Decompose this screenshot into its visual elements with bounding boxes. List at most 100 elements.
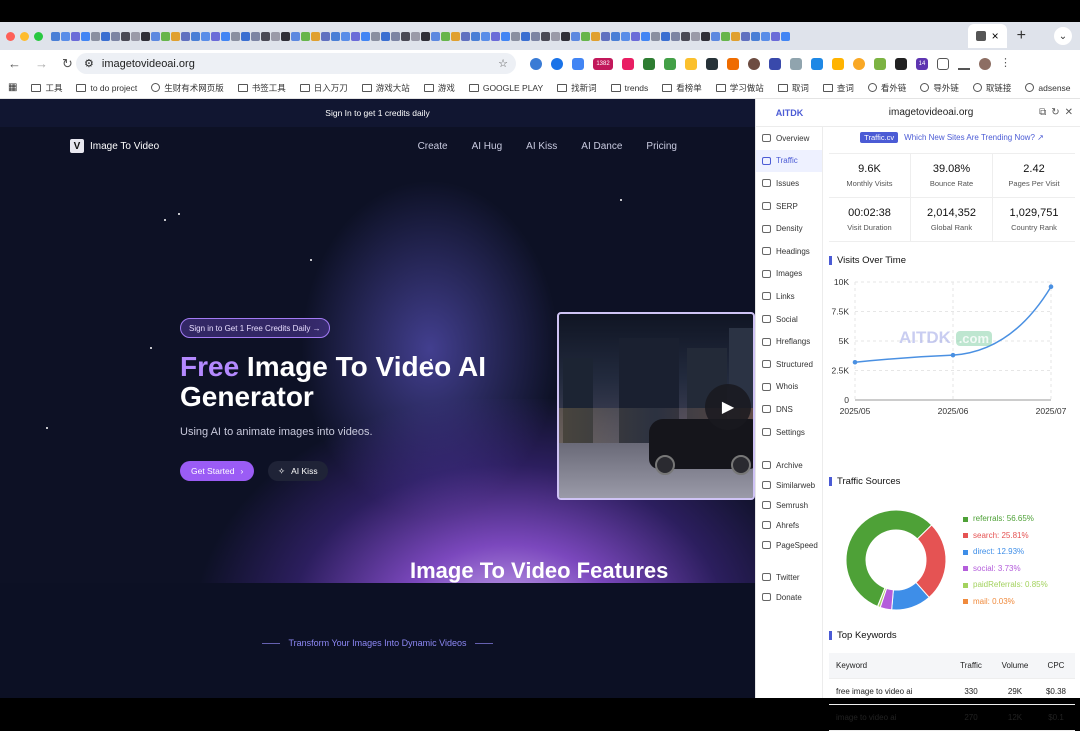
pinned-tab-favicon-icon[interactable] <box>231 31 240 41</box>
pinned-tab-favicon-icon[interactable] <box>221 31 230 41</box>
pinned-tab-favicon-icon[interactable] <box>141 31 150 41</box>
sidebar-item-social[interactable]: Social <box>756 308 822 331</box>
pinned-tab-favicon-icon[interactable] <box>331 31 340 41</box>
pinned-tab-favicon-icon[interactable] <box>161 31 170 41</box>
bookmark-item[interactable]: 导外链 <box>920 82 959 94</box>
tab-search-chevron-icon[interactable]: ⌄ <box>1054 27 1072 45</box>
pinned-tab-favicon-icon[interactable] <box>541 31 550 41</box>
pinned-tab-favicon-icon[interactable] <box>71 31 80 41</box>
cloud-extension-icon[interactable] <box>530 57 542 70</box>
puzzle-extension-icon[interactable] <box>572 57 584 70</box>
close-window-button[interactable] <box>6 31 15 41</box>
nav-ai-kiss[interactable]: AI Kiss <box>526 141 557 152</box>
sidebar-item-donate[interactable]: Donate <box>756 587 822 607</box>
bookmark-item[interactable]: 取链接 <box>972 82 1011 94</box>
bookmark-item[interactable]: 书签工具 <box>237 82 286 94</box>
profile-avatar[interactable] <box>979 57 991 70</box>
pinned-tabs[interactable] <box>51 31 968 41</box>
signin-banner[interactable]: Sign In to get 1 credits daily <box>0 99 755 127</box>
pinned-tab-favicon-icon[interactable] <box>201 31 210 41</box>
numbered-extension-icon[interactable]: 14 <box>916 57 928 70</box>
play-icon[interactable]: ▶ <box>705 384 751 430</box>
cookie-extension-icon[interactable] <box>748 57 760 70</box>
pinned-tab-favicon-icon[interactable] <box>761 31 770 41</box>
donut-slice-search[interactable] <box>915 524 947 599</box>
pinned-tab-favicon-icon[interactable] <box>641 31 650 41</box>
pinned-tab-favicon-icon[interactable] <box>481 31 490 41</box>
bookmark-item[interactable]: 日入万刀 <box>299 82 348 94</box>
book-extension-icon[interactable] <box>811 57 823 70</box>
grid-extension-icon[interactable] <box>790 57 802 70</box>
sidebar-item-issues[interactable]: Issues <box>756 172 822 195</box>
leaf-extension-icon[interactable] <box>874 57 886 70</box>
pinned-tab-favicon-icon[interactable] <box>51 31 60 41</box>
site-logo[interactable]: V Image To Video <box>70 139 159 153</box>
pinned-tab-favicon-icon[interactable] <box>171 31 180 41</box>
pinned-tab-favicon-icon[interactable] <box>391 31 400 41</box>
url-input[interactable]: ⚙ imagetovideoai.org ☆ <box>76 53 516 74</box>
pinned-tab-favicon-icon[interactable] <box>81 31 90 41</box>
panel-brand[interactable]: AITDK <box>756 108 823 118</box>
keywords-header-cell[interactable]: Volume <box>993 661 1037 670</box>
pinned-tab-favicon-icon[interactable] <box>621 31 630 41</box>
visits-data-point[interactable] <box>1048 284 1054 290</box>
bookmark-item[interactable]: 查词 <box>822 82 854 94</box>
sidebar-item-archive[interactable]: Archive <box>756 455 822 475</box>
pinned-tab-favicon-icon[interactable] <box>291 31 300 41</box>
active-tab[interactable]: × <box>967 24 1007 48</box>
refresh-icon[interactable]: ↻ <box>1051 107 1059 118</box>
nav-pricing[interactable]: Pricing <box>646 141 677 152</box>
pinned-tab-favicon-icon[interactable] <box>181 31 190 41</box>
visits-data-point[interactable] <box>852 359 858 365</box>
extensions-puzzle-icon[interactable] <box>937 57 949 70</box>
bookmark-item[interactable]: 取词 <box>777 82 809 94</box>
pinned-tab-favicon-icon[interactable] <box>211 31 220 41</box>
keywords-header-cell[interactable]: CPC <box>1037 661 1075 670</box>
nav-create[interactable]: Create <box>418 141 448 152</box>
bookmark-item[interactable]: 游戏 <box>423 82 455 94</box>
sidebar-item-serp[interactable]: SERP <box>756 195 822 218</box>
pinned-tab-favicon-icon[interactable] <box>471 31 480 41</box>
nav-ai-dance[interactable]: AI Dance <box>581 141 622 152</box>
sidebar-item-similarweb[interactable]: Similarweb <box>756 475 822 495</box>
free-credits-pill[interactable]: Sign in to Get 1 Free Credits Daily → <box>180 318 330 338</box>
pinned-tab-favicon-icon[interactable] <box>261 31 270 41</box>
pinned-tab-favicon-icon[interactable] <box>721 31 730 41</box>
pinned-tab-favicon-icon[interactable] <box>321 31 330 41</box>
pinned-tab-favicon-icon[interactable] <box>491 31 500 41</box>
pinned-tab-favicon-icon[interactable] <box>121 31 130 41</box>
pinned-tab-favicon-icon[interactable] <box>131 31 140 41</box>
pinned-tab-favicon-icon[interactable] <box>401 31 410 41</box>
sidebar-item-headings[interactable]: Headings <box>756 240 822 263</box>
pinned-tab-favicon-icon[interactable] <box>611 31 620 41</box>
table-row[interactable]: image to video ai 270 12K $0.1 <box>829 705 1075 731</box>
sidebar-item-links[interactable]: Links <box>756 285 822 308</box>
pinned-tab-favicon-icon[interactable] <box>311 31 320 41</box>
keywords-header-cell[interactable]: Keyword <box>829 661 949 670</box>
sidebar-item-traffic[interactable]: Traffic <box>756 149 822 173</box>
trending-link[interactable]: Traffic.cv Which New Sites Are Trending … <box>823 127 1080 147</box>
a-extension-icon[interactable] <box>664 57 676 70</box>
yellow-extension-icon[interactable] <box>685 57 697 70</box>
bookmark-item[interactable]: to do project <box>76 83 137 93</box>
demo-video[interactable]: ▶ <box>557 312 755 500</box>
w-extension-icon[interactable] <box>853 57 865 70</box>
pinned-tab-favicon-icon[interactable] <box>731 31 740 41</box>
tab-close-icon[interactable]: × <box>992 29 999 43</box>
download-icon[interactable] <box>958 57 970 70</box>
sidebar-item-dns[interactable]: DNS <box>756 398 822 421</box>
dark-extension-icon[interactable] <box>706 57 718 70</box>
bookmark-item[interactable]: 游戏大站 <box>361 82 410 94</box>
sidebar-item-structured[interactable]: Structured <box>756 353 822 376</box>
pinned-tab-favicon-icon[interactable] <box>281 31 290 41</box>
new-tab-button[interactable]: + <box>1017 27 1026 45</box>
pinned-tab-favicon-icon[interactable] <box>91 31 100 41</box>
pinned-tab-favicon-icon[interactable] <box>601 31 610 41</box>
sidebar-item-whois[interactable]: Whois <box>756 376 822 399</box>
bookmark-item[interactable]: 找新词 <box>557 82 597 94</box>
pinned-tab-favicon-icon[interactable] <box>301 31 310 41</box>
pinned-tab-favicon-icon[interactable] <box>411 31 420 41</box>
pinned-tab-favicon-icon[interactable] <box>341 31 350 41</box>
bookmark-item[interactable]: 看外链 <box>867 82 906 94</box>
pinned-tab-favicon-icon[interactable] <box>771 31 780 41</box>
